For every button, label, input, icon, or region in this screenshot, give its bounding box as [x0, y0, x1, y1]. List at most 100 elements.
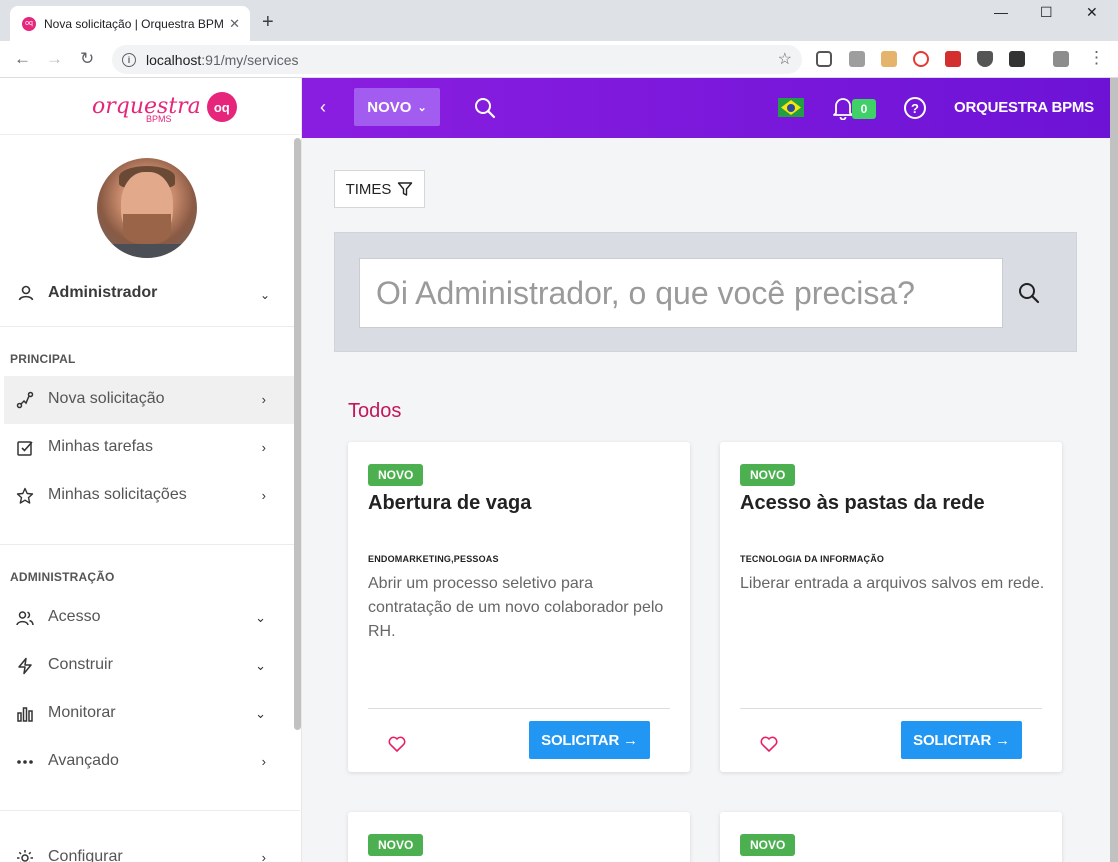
page-scrollbar-thumb[interactable]: [1110, 78, 1118, 862]
lastpass-extension-icon[interactable]: [945, 51, 961, 67]
url-text[interactable]: localhost:91/my/services: [146, 52, 299, 68]
sidebar-item-label: Configurar: [48, 848, 123, 862]
sidebar-item-label: Avançado: [48, 752, 119, 769]
route-icon: [16, 391, 34, 409]
search-icon[interactable]: [1017, 281, 1041, 305]
new-badge: NOVO: [740, 464, 796, 486]
maximize-icon[interactable]: ☐: [1040, 4, 1053, 21]
site-info-icon[interactable]: i: [122, 52, 136, 67]
card-category: TECNOLOGIA DA INFORMAÇÃO: [740, 554, 885, 564]
tab-title: Nova solicitação | Orquestra BPMS: [44, 16, 224, 31]
brand-name[interactable]: ORQUESTRA BPMS: [954, 99, 1094, 116]
search-icon[interactable]: [474, 97, 496, 119]
chevron-down-icon: ⌄: [255, 610, 266, 625]
card-divider: [740, 708, 1042, 709]
user-icon: [18, 285, 34, 301]
tab-close-icon[interactable]: ✕: [229, 16, 240, 32]
chevron-right-icon: ›: [261, 850, 266, 862]
card-description: Abrir um processo seletivo para contrata…: [368, 575, 664, 640]
url-host: localhost: [146, 51, 202, 68]
bolt-icon: [18, 657, 32, 675]
divider: [0, 134, 300, 135]
search-panel: [334, 232, 1077, 352]
user-menu[interactable]: Administrador ⌄: [0, 276, 300, 312]
sidebar-scrollbar[interactable]: [294, 138, 301, 730]
chevron-down-icon: ⌄: [255, 706, 266, 721]
browser-tab[interactable]: oq Nova solicitação | Orquestra BPMS ✕: [10, 6, 250, 41]
sidebar-item-avancado[interactable]: Avançado ›: [4, 738, 294, 786]
page-scrollbar[interactable]: [1110, 78, 1118, 862]
section-principal: PRINCIPAL: [10, 352, 76, 366]
sidebar-item-monitorar[interactable]: Monitorar ⌄: [4, 690, 294, 738]
sidebar-item-label: Nova solicitação: [48, 390, 165, 407]
screen: oq Nova solicitação | Orquestra BPMS ✕ +…: [0, 0, 1118, 862]
sidebar-item-label: Monitorar: [48, 704, 116, 721]
service-search-input[interactable]: [359, 258, 1003, 328]
bookmark-star-icon[interactable]: ☆: [778, 49, 792, 69]
orquestra-logo[interactable]: orquestra BPMS oq: [92, 92, 237, 124]
reload-icon[interactable]: ↻: [80, 49, 94, 69]
help-icon[interactable]: ?: [904, 97, 926, 119]
card-category: ENDOMARKETING,PESSOAS: [368, 554, 499, 564]
sidebar-item-nova-solicitacao[interactable]: Nova solicitação ›: [4, 376, 294, 424]
profile-avatar-icon[interactable]: [1053, 51, 1069, 67]
section-title: Todos: [348, 400, 402, 422]
more-icon: [17, 760, 33, 764]
browser-menu-icon[interactable]: ⋮: [1088, 48, 1105, 68]
times-filter-button[interactable]: TIMES: [334, 170, 425, 208]
app-header: ‹ NOVO ⌄ 0 ? ORQUESTRA BPMS: [302, 78, 1112, 138]
star-icon: [16, 487, 34, 504]
browser-tab-bar: oq Nova solicitação | Orquestra BPMS ✕ +…: [0, 0, 1118, 41]
chevron-right-icon: ›: [261, 488, 266, 503]
sidebar-item-minhas-tarefas[interactable]: Minhas tarefas ›: [4, 424, 294, 472]
card-divider: [368, 708, 670, 709]
sidebar-item-acesso[interactable]: Acesso ⌄: [4, 594, 294, 642]
heart-icon[interactable]: [760, 736, 778, 752]
service-card[interactable]: NOVO: [720, 812, 1062, 862]
window-close-icon[interactable]: ✕: [1086, 4, 1098, 21]
new-tab-button[interactable]: +: [262, 12, 274, 32]
user-name: Administrador: [48, 284, 158, 301]
extension-icon-3[interactable]: [881, 51, 897, 67]
pocket-extension-icon[interactable]: [816, 51, 832, 67]
heart-icon[interactable]: [388, 736, 406, 752]
back-arrow-icon[interactable]: ←: [14, 49, 31, 69]
flag-circle: [787, 103, 795, 112]
brazil-flag-icon[interactable]: [778, 98, 804, 117]
chevron-right-icon: ›: [261, 440, 266, 455]
main-content: TIMES Todos NOVO Abertura de vaga ENDOMA…: [302, 138, 1110, 862]
notifications-count-badge[interactable]: 0: [852, 99, 876, 119]
new-badge: NOVO: [740, 834, 796, 856]
new-badge: NOVO: [368, 464, 424, 486]
section-administracao: ADMINISTRAÇÃO: [10, 570, 115, 584]
chevron-down-icon: ⌄: [255, 658, 266, 673]
chevron-down-icon: ⌄: [259, 288, 270, 302]
chevron-right-icon: ›: [261, 392, 266, 407]
novo-dropdown-button[interactable]: NOVO ⌄: [354, 88, 440, 126]
sidebar: orquestra BPMS oq Administrador ⌄ PRINCI…: [0, 78, 302, 862]
forward-arrow-icon[interactable]: →: [46, 49, 63, 69]
sidebar-item-construir[interactable]: Construir ⌄: [4, 642, 294, 690]
extension-icon-2[interactable]: [849, 51, 865, 67]
solicitar-button[interactable]: SOLICITAR →: [529, 721, 650, 759]
minimize-icon[interactable]: —: [994, 4, 1008, 20]
sidebar-item-minhas-solicitacoes[interactable]: Minhas solicitações ›: [4, 472, 294, 520]
address-bar[interactable]: i localhost:91/my/services ☆: [112, 45, 802, 74]
extension-icon-4[interactable]: [913, 51, 929, 67]
service-card[interactable]: NOVO Abertura de vaga ENDOMARKETING,PESS…: [348, 442, 690, 772]
avatar-beard: [123, 214, 171, 244]
sidebar-item-configurar[interactable]: Configurar ›: [4, 834, 294, 862]
filter-icon: [398, 182, 413, 196]
medium-extension-icon[interactable]: [1009, 51, 1025, 67]
ublock-extension-icon[interactable]: [977, 51, 993, 67]
collapse-sidebar-icon[interactable]: ‹: [320, 97, 326, 118]
chevron-right-icon: ›: [261, 754, 266, 769]
gear-icon: [17, 850, 33, 862]
service-card[interactable]: NOVO Acesso às pastas da rede TECNOLOGIA…: [720, 442, 1062, 772]
bell-icon[interactable]: [832, 96, 854, 120]
divider: [0, 810, 300, 811]
service-card[interactable]: NOVO: [348, 812, 690, 862]
divider: [0, 326, 300, 327]
times-label: TIMES: [345, 180, 392, 198]
solicitar-button[interactable]: SOLICITAR →: [901, 721, 1022, 759]
